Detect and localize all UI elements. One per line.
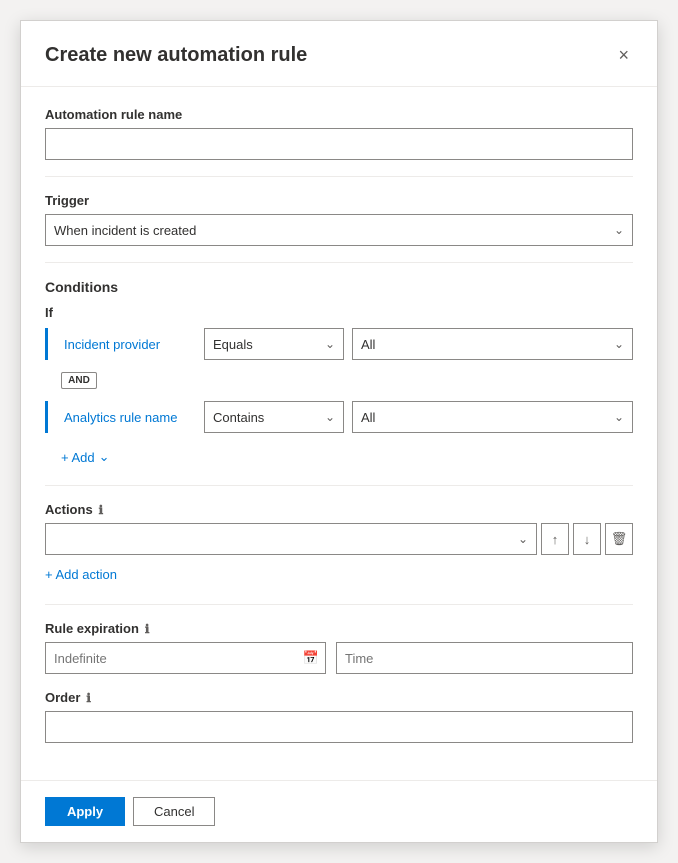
- divider-2: [45, 262, 633, 263]
- expiration-row: 📅: [45, 642, 633, 674]
- trigger-selected-value: When incident is created: [46, 223, 606, 238]
- dialog-title: Create new automation rule: [45, 44, 307, 67]
- rule-expiration-label: Rule expiration ℹ: [45, 621, 633, 636]
- condition-value-1: All: [353, 337, 606, 352]
- rule-expiration-section: Rule expiration ℹ 📅: [45, 621, 633, 674]
- condition-value-dropdown-1[interactable]: All ⌄: [352, 328, 633, 360]
- dialog-footer: Apply Cancel: [21, 780, 657, 842]
- add-condition-label: + Add: [61, 450, 95, 465]
- actions-dropdown[interactable]: ⌄: [45, 523, 537, 555]
- condition-operator-dropdown-1[interactable]: Equals ⌄: [204, 328, 344, 360]
- add-condition-button[interactable]: + Add ⌄: [61, 445, 110, 469]
- actions-label: Actions ℹ: [45, 502, 633, 517]
- condition-operator-chevron-1: ⌄: [317, 337, 343, 351]
- trigger-section: Trigger When incident is created ⌄: [45, 193, 633, 246]
- add-action-button[interactable]: + Add action: [45, 561, 117, 588]
- expiration-date-wrap: 📅: [45, 642, 326, 674]
- expiration-date-input[interactable]: [46, 643, 297, 673]
- condition-value-chevron-2: ⌄: [606, 410, 632, 424]
- trigger-dropdown[interactable]: When incident is created ⌄: [45, 214, 633, 246]
- action-delete-button[interactable]: 🗑: [605, 523, 633, 555]
- action-move-down-button[interactable]: ↓: [573, 523, 601, 555]
- conditions-section: Conditions If Incident provider Equals ⌄…: [45, 279, 633, 469]
- conditions-title: Conditions: [45, 279, 633, 295]
- automation-rule-name-section: Automation rule name: [45, 107, 633, 160]
- condition-value-2: All: [353, 410, 606, 425]
- trigger-label: Trigger: [45, 193, 633, 208]
- order-input[interactable]: 3: [45, 711, 633, 743]
- move-up-icon: ↑: [552, 532, 559, 547]
- rule-expiration-title: Rule expiration: [45, 621, 139, 636]
- actions-row: ⌄ ↑ ↓ 🗑: [45, 523, 633, 555]
- condition-dropdowns-1: Equals ⌄ All ⌄: [204, 328, 633, 360]
- order-title: Order: [45, 690, 80, 705]
- delete-icon: 🗑: [611, 531, 628, 547]
- add-condition-chevron-icon: ⌄: [99, 449, 110, 465]
- condition-value-dropdown-2[interactable]: All ⌄: [352, 401, 633, 433]
- condition-row-2: Analytics rule name Contains ⌄ All ⌄: [45, 401, 633, 433]
- rule-expiration-info-icon: ℹ: [145, 622, 150, 636]
- condition-operator-chevron-2: ⌄: [317, 410, 343, 424]
- close-button[interactable]: ×: [614, 41, 633, 70]
- order-section: Order ℹ 3: [45, 690, 633, 743]
- create-automation-rule-dialog: Create new automation rule × Automation …: [20, 20, 658, 843]
- condition-field-2: Analytics rule name: [64, 410, 194, 425]
- condition-operator-value-2: Contains: [205, 410, 317, 425]
- conditions-if-label: If: [45, 305, 633, 320]
- order-label: Order ℹ: [45, 690, 633, 705]
- dialog-header: Create new automation rule ×: [21, 21, 657, 87]
- calendar-icon[interactable]: 📅: [297, 650, 325, 666]
- condition-operator-value-1: Equals: [205, 337, 317, 352]
- action-move-up-button[interactable]: ↑: [541, 523, 569, 555]
- condition-row-1: Incident provider Equals ⌄ All ⌄: [45, 328, 633, 360]
- divider-3: [45, 485, 633, 486]
- move-down-icon: ↓: [584, 532, 591, 547]
- condition-field-1: Incident provider: [64, 337, 194, 352]
- dialog-body: Automation rule name Trigger When incide…: [21, 87, 657, 780]
- actions-chevron-icon: ⌄: [510, 532, 536, 546]
- automation-rule-name-input[interactable]: [45, 128, 633, 160]
- apply-button[interactable]: Apply: [45, 797, 125, 826]
- expiration-time-input[interactable]: [336, 642, 633, 674]
- trigger-chevron-icon: ⌄: [606, 223, 632, 237]
- order-info-icon: ℹ: [86, 691, 91, 705]
- divider-4: [45, 604, 633, 605]
- condition-dropdowns-2: Contains ⌄ All ⌄: [204, 401, 633, 433]
- and-badge: AND: [61, 372, 97, 389]
- add-action-label: + Add action: [45, 567, 117, 582]
- condition-value-chevron-1: ⌄: [606, 337, 632, 351]
- actions-title-text: Actions: [45, 502, 93, 517]
- cancel-button[interactable]: Cancel: [133, 797, 215, 826]
- actions-dropdown-wrap: ⌄: [45, 523, 537, 555]
- divider-1: [45, 176, 633, 177]
- condition-operator-dropdown-2[interactable]: Contains ⌄: [204, 401, 344, 433]
- actions-info-icon: ℹ: [99, 503, 104, 517]
- actions-section: Actions ℹ ⌄ ↑ ↓ 🗑: [45, 502, 633, 588]
- automation-rule-name-label: Automation rule name: [45, 107, 633, 122]
